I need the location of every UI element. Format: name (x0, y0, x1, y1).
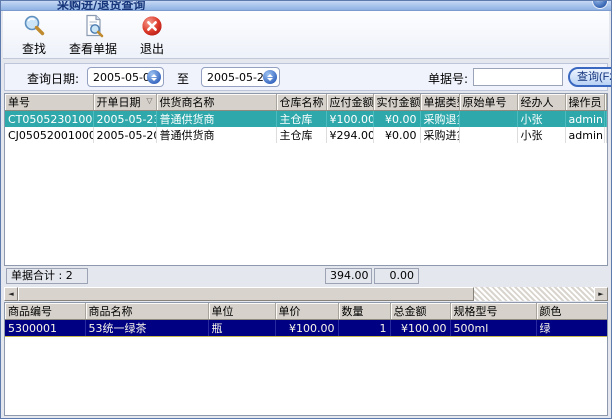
cell-supplier[interactable]: 普通供货商 (156, 111, 276, 128)
date-from-field[interactable]: 2005-05-01 (87, 67, 164, 87)
orders-header-row: 单号 开单日期▽ 供货商名称 仓库名称 应付金额 实付金额 单据类型 原始单号 … (5, 94, 607, 111)
doc-no-input[interactable] (473, 68, 563, 86)
cell-unit[interactable]: 瓶 (208, 320, 275, 337)
cell-handler[interactable]: 小张 (517, 127, 565, 143)
cell-payable[interactable]: ¥294.00 (326, 127, 373, 143)
col-header-paid[interactable]: 实付金额 (373, 94, 420, 111)
col-header-order-date-label: 开单日期 (97, 96, 141, 109)
col-header-item-code[interactable]: 商品编号 (5, 303, 85, 320)
col-header-supplier[interactable]: 供货商名称 (156, 94, 276, 111)
cell-payable[interactable]: ¥100.00 (326, 111, 373, 128)
query-date-label: 查询日期: (27, 70, 79, 87)
exit-button[interactable]: 退出 (134, 12, 170, 57)
date-to-spinner-icon[interactable] (263, 70, 277, 84)
query-panel: 查询日期: 2005-05-01 至 2005-05-23 单据号: 查询(F2… (4, 63, 608, 91)
col-header-unit[interactable]: 单位 (208, 303, 275, 320)
scrollbar-thumb[interactable] (18, 287, 474, 301)
date-from-spinner-icon[interactable] (147, 70, 161, 84)
cell-original-no[interactable] (459, 111, 517, 128)
exit-icon (139, 13, 165, 42)
cell-color[interactable]: 绿 (536, 320, 608, 337)
cell-supplier[interactable]: 普通供货商 (156, 127, 276, 143)
view-document-icon (80, 13, 106, 42)
cell-quantity[interactable]: 1 (338, 320, 390, 337)
col-header-quantity[interactable]: 数量 (338, 303, 390, 320)
search-icon (21, 13, 47, 42)
app-window: 采购进/退货查询 ✕ 查找 (0, 0, 612, 419)
cell-item-name[interactable]: 53统一绿茶 (85, 320, 208, 337)
cell-order-no[interactable]: CJ050520010001 (5, 127, 93, 143)
find-button[interactable]: 查找 (16, 12, 52, 57)
payable-total: 394.00 (325, 268, 372, 284)
paid-total: 0.00 (374, 268, 419, 284)
cell-order-no[interactable]: CT050523010001 (5, 111, 93, 128)
date-to-value: 2005-05-23 (207, 71, 271, 84)
window-title: 采购进/退货查询 (57, 1, 145, 11)
scrollbar-track[interactable] (474, 287, 594, 301)
title-bar: 采购进/退货查询 ✕ (1, 1, 611, 11)
cell-doc-type[interactable]: 采购退货 (420, 111, 459, 128)
col-header-amount[interactable]: 总金额 (390, 303, 450, 320)
cell-handler[interactable]: 小张 (517, 111, 565, 128)
cell-item-code[interactable]: 5300001 (5, 320, 85, 337)
view-document-button[interactable]: 查看单据 (64, 12, 122, 57)
col-header-spec[interactable]: 规格型号 (450, 303, 536, 320)
cell-paid[interactable]: ¥0.00 (373, 127, 420, 143)
search-f2-button[interactable]: 查询(F2) (568, 67, 612, 87)
col-header-warehouse[interactable]: 仓库名称 (276, 94, 326, 111)
scroll-left-icon[interactable]: ◄ (4, 287, 18, 301)
col-header-filler (604, 94, 607, 111)
exit-button-label: 退出 (140, 43, 164, 56)
col-header-operator[interactable]: 操作员 (565, 94, 604, 111)
cell-operator[interactable]: admin (565, 127, 604, 143)
doc-count-total: 单据合计 : 2 (6, 268, 88, 284)
sort-descending-icon: ▽ (146, 96, 152, 105)
items-header-row: 商品编号 商品名称 单位 单价 数量 总金额 规格型号 颜色 (5, 303, 608, 320)
cell-warehouse[interactable]: 主仓库 (276, 127, 326, 143)
find-button-label: 查找 (22, 43, 46, 56)
col-header-payable[interactable]: 应付金额 (326, 94, 373, 111)
cell-filler (604, 127, 607, 143)
table-row[interactable]: CT050523010001 2005-05-23 普通供货商 主仓库 ¥100… (5, 111, 607, 128)
client-area: 查找 查看单据 (3, 11, 609, 416)
col-header-item-name[interactable]: 商品名称 (85, 303, 208, 320)
doc-no-label: 单据号: (428, 70, 468, 87)
col-header-original-no[interactable]: 原始单号 (459, 94, 517, 111)
cell-paid[interactable]: ¥0.00 (373, 111, 420, 128)
close-icon[interactable]: ✕ (592, 1, 608, 9)
toolbar: 查找 查看单据 (3, 11, 609, 59)
orders-table: 单号 开单日期▽ 供货商名称 仓库名称 应付金额 实付金额 单据类型 原始单号 … (4, 93, 608, 266)
col-header-order-no[interactable]: 单号 (5, 94, 93, 111)
to-label: 至 (177, 70, 189, 87)
cell-order-date[interactable]: 2005-05-23 (93, 111, 156, 128)
date-to-field[interactable]: 2005-05-23 (201, 67, 280, 87)
cell-amount[interactable]: ¥100.00 (390, 320, 450, 337)
col-header-doc-type[interactable]: 单据类型 (420, 94, 459, 111)
cell-spec[interactable]: 500ml (450, 320, 536, 337)
scroll-right-icon[interactable]: ► (594, 287, 608, 301)
cell-doc-type[interactable]: 采购进货 (420, 127, 459, 143)
horizontal-scrollbar[interactable]: ◄ ► (4, 287, 608, 301)
items-table: 商品编号 商品名称 单位 单价 数量 总金额 规格型号 颜色 5300001 5… (4, 302, 608, 416)
view-document-button-label: 查看单据 (69, 43, 117, 56)
table-row[interactable]: CJ050520010001 2005-05-20 普通供货商 主仓库 ¥294… (5, 127, 607, 143)
col-header-handler[interactable]: 经办人 (517, 94, 565, 111)
table-row[interactable]: 5300001 53统一绿茶 瓶 ¥100.00 1 ¥100.00 500ml… (5, 320, 608, 337)
cell-original-no[interactable] (459, 127, 517, 143)
cell-unit-price[interactable]: ¥100.00 (275, 320, 338, 337)
col-header-color[interactable]: 颜色 (536, 303, 608, 320)
col-header-order-date[interactable]: 开单日期 ▽ (93, 94, 156, 111)
cell-operator[interactable]: admin (565, 111, 604, 128)
cell-warehouse[interactable]: 主仓库 (276, 111, 326, 128)
cell-filler (604, 111, 607, 128)
cell-order-date[interactable]: 2005-05-20 (93, 127, 156, 143)
col-header-unit-price[interactable]: 单价 (275, 303, 338, 320)
